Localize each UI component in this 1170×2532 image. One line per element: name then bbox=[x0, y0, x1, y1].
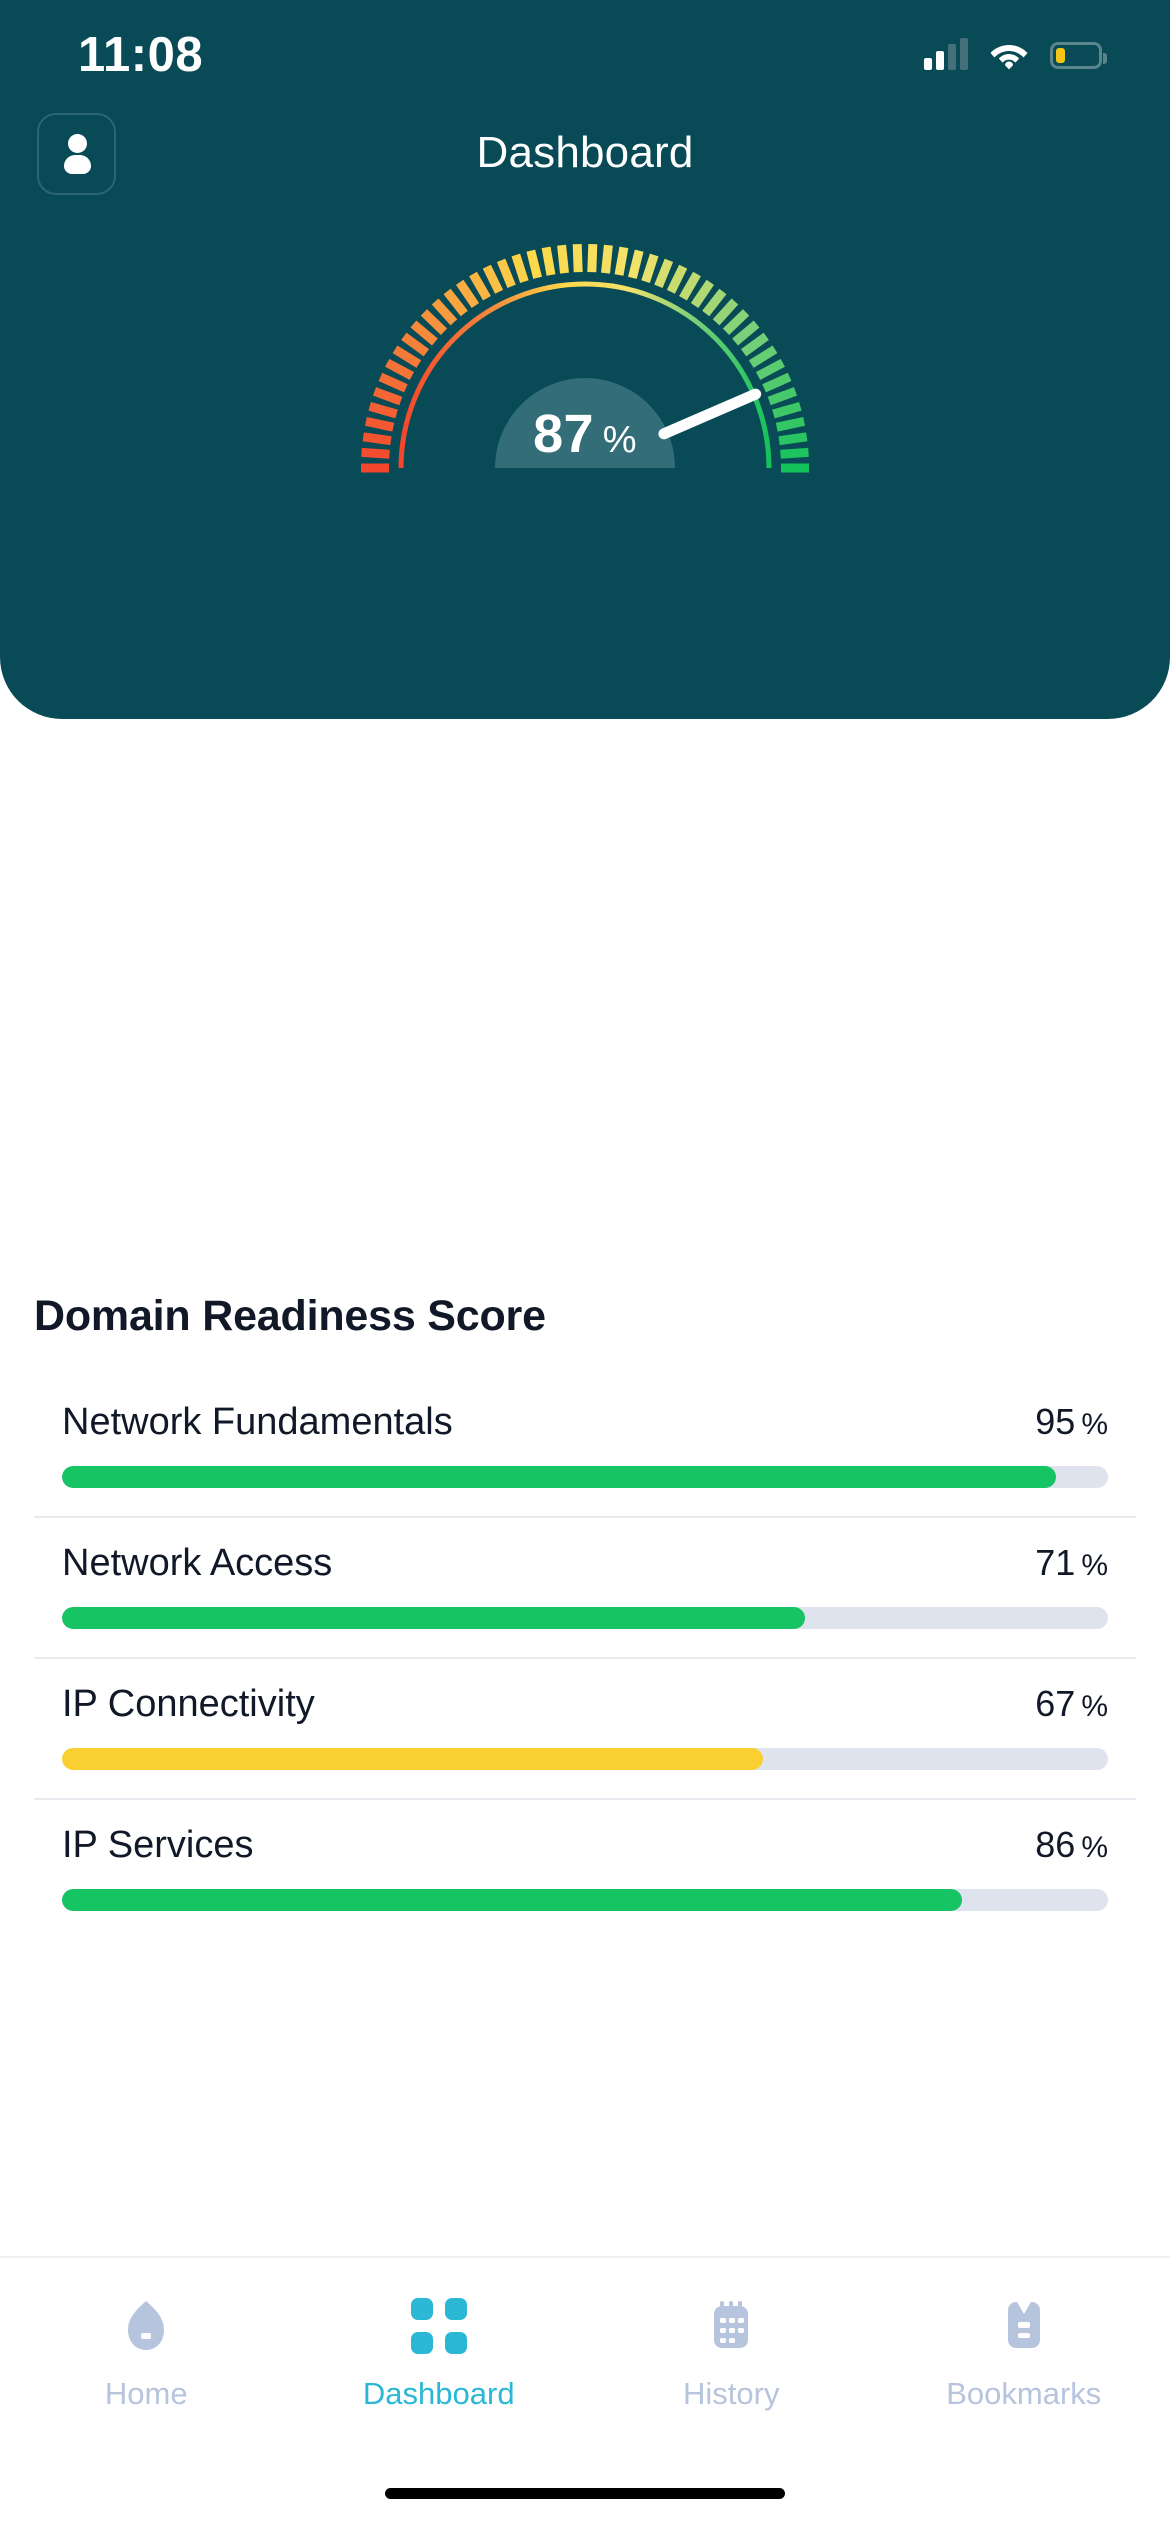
nav-item-bookmarks[interactable]: Bookmarks bbox=[878, 2298, 1170, 2412]
cellular-signal-icon bbox=[924, 38, 968, 70]
overall-readiness-gauge bbox=[0, 224, 1170, 490]
nav-item-home[interactable]: Home bbox=[0, 2298, 293, 2412]
status-time: 11:08 bbox=[78, 27, 204, 82]
domain-list: Network Fundamentals 95% Network Access … bbox=[34, 1377, 1136, 1939]
progress-fill bbox=[62, 1889, 962, 1911]
status-icons bbox=[924, 38, 1107, 70]
progress-fill bbox=[62, 1607, 805, 1629]
domain-row[interactable]: Network Access 71% bbox=[34, 1516, 1136, 1657]
progress-track bbox=[62, 1607, 1108, 1629]
grid-icon bbox=[410, 2298, 467, 2354]
status-bar: 11:08 bbox=[0, 0, 1170, 110]
domain-name: Network Fundamentals bbox=[62, 1401, 453, 1443]
progress-track bbox=[62, 1748, 1108, 1770]
page-title: Dashboard bbox=[476, 128, 694, 177]
header-bar: Dashboard bbox=[0, 113, 1170, 201]
section-heading: Domain Readiness Score bbox=[34, 1292, 546, 1340]
gauge-inner-dial bbox=[495, 378, 675, 468]
nav-label: Home bbox=[104, 2376, 188, 2411]
nav-label: Bookmarks bbox=[946, 2376, 1102, 2411]
domain-percentage: 67% bbox=[1035, 1683, 1108, 1724]
nav-item-dashboard[interactable]: Dashboard bbox=[293, 2298, 586, 2412]
domain-percentage: 86% bbox=[1035, 1824, 1108, 1865]
progress-track bbox=[62, 1466, 1108, 1488]
domain-row[interactable]: Network Fundamentals 95% bbox=[34, 1377, 1136, 1516]
wifi-icon bbox=[989, 40, 1029, 70]
home-indicator bbox=[385, 2488, 785, 2499]
gauge-svg bbox=[361, 243, 809, 473]
nav-label: History bbox=[683, 2376, 780, 2411]
progress-fill bbox=[62, 1748, 763, 1770]
battery-low-icon bbox=[1050, 41, 1107, 69]
header-card: 11:08 Dashboard 87 % bbox=[0, 0, 1170, 719]
domain-name: IP Connectivity bbox=[62, 1683, 315, 1725]
bookmark-icon bbox=[996, 2298, 1052, 2354]
gauge-needle bbox=[658, 388, 762, 440]
progress-track bbox=[62, 1889, 1108, 1911]
nav-item-history[interactable]: History bbox=[585, 2298, 878, 2412]
nav-label: Dashboard bbox=[362, 2376, 515, 2411]
domain-row[interactable]: IP Connectivity 67% bbox=[34, 1657, 1136, 1798]
domain-name: IP Services bbox=[62, 1824, 254, 1866]
domain-percentage: 95% bbox=[1035, 1401, 1108, 1442]
home-icon bbox=[118, 2298, 174, 2354]
domain-percentage: 71% bbox=[1035, 1542, 1108, 1583]
domain-name: Network Access bbox=[62, 1542, 333, 1584]
domain-row[interactable]: IP Services 86% bbox=[34, 1798, 1136, 1939]
progress-fill bbox=[62, 1466, 1056, 1488]
calendar-icon bbox=[703, 2298, 759, 2354]
